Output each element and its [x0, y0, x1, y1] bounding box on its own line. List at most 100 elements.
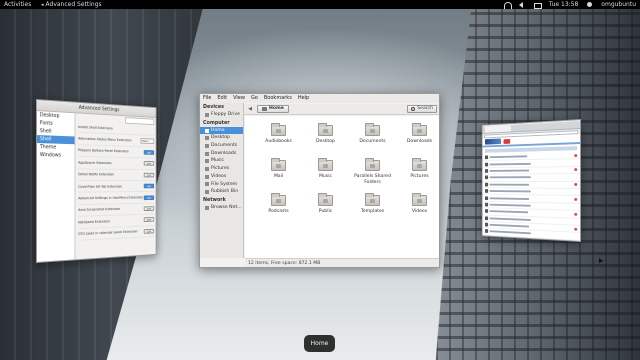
user-menu[interactable]: omgubuntu: [601, 0, 636, 9]
file-grid: Audiobooks Desktop Documents Downloads Mail M…: [255, 123, 439, 223]
close-dot-icon[interactable]: [574, 212, 578, 216]
sidebar-item-file-system[interactable]: File System: [200, 181, 243, 189]
search-button[interactable]: Search: [407, 105, 437, 113]
folder-item[interactable]: Videos: [396, 193, 439, 223]
folder-item[interactable]: Downloads: [396, 123, 439, 153]
home-folder-icon: [262, 107, 267, 111]
folder-icon: [412, 123, 427, 136]
sidebar-section-header: Network: [203, 197, 226, 203]
path-button-home[interactable]: Home: [257, 105, 289, 113]
extension-label: Plippery Bottom Panel Extension: [78, 148, 129, 154]
folder-icon: [412, 193, 427, 206]
extension-toggle[interactable]: OFF: [143, 206, 155, 211]
place-icon: [205, 159, 209, 164]
avatar: [484, 209, 489, 214]
text-line: [489, 217, 531, 221]
text-line: [489, 169, 529, 172]
sidebar-item-desktop[interactable]: Desktop: [200, 134, 243, 142]
sidebar-item-videos[interactable]: Videos: [200, 173, 243, 181]
files-window[interactable]: File Edit View Go Bookmarks Help ◀ Home Searc…: [199, 93, 440, 268]
user-icon[interactable]: [586, 1, 593, 8]
place-icon: [205, 151, 209, 156]
activities-button[interactable]: Activities: [4, 0, 31, 9]
folder-item[interactable]: Public: [302, 193, 349, 223]
folder-icon: [365, 193, 380, 206]
menu-item-edit[interactable]: Edit: [217, 94, 227, 103]
sidebar-section-header: Computer: [203, 120, 230, 126]
text-line: [489, 230, 531, 235]
path-label: Home: [269, 106, 284, 111]
advanced-settings-window[interactable]: Advanced Settings Desktop Fonts Shell Shell…: [36, 99, 157, 263]
menu-item-help[interactable]: Help: [298, 94, 309, 103]
extension-toggle[interactable]: ON: [143, 183, 155, 189]
folder-label: Desktop: [316, 139, 335, 144]
sidebar-item-browse-net[interactable]: Browse Net...: [200, 204, 243, 212]
extension-row: AppSearch Extension OFF: [78, 157, 155, 170]
file-view: Audiobooks Desktop Documents Downloads Mail M…: [245, 116, 439, 258]
close-dot-icon[interactable]: [574, 227, 578, 231]
close-dot-icon[interactable]: [574, 153, 578, 157]
volume-icon[interactable]: [518, 1, 526, 8]
extension-toggle[interactable]: OFF: [143, 172, 155, 178]
menu-item-go[interactable]: Go: [251, 94, 258, 103]
menu-item-bookmarks[interactable]: Bookmarks: [264, 94, 292, 103]
avatar: [484, 216, 489, 220]
close-dot-icon[interactable]: [574, 168, 578, 172]
avatar: [484, 202, 489, 207]
folder-item[interactable]: Documents: [349, 123, 396, 153]
folder-label: Pictures: [410, 174, 429, 179]
sidebar-item-rubbish-bin[interactable]: Rubbish Bin: [200, 188, 243, 196]
extension-toggle[interactable]: ON: [143, 195, 155, 200]
folder-item[interactable]: Templates: [349, 193, 396, 223]
avatar: [484, 162, 489, 167]
folder-item[interactable]: Music: [302, 158, 349, 188]
sidebar-item-music[interactable]: Music: [200, 157, 243, 165]
avatar: [484, 222, 489, 227]
avatar: [484, 182, 489, 187]
folder-item[interactable]: Podcasts: [255, 193, 302, 223]
close-dot-icon[interactable]: [574, 197, 578, 201]
sidebar-item-pictures[interactable]: Pictures: [200, 165, 243, 173]
folder-item[interactable]: Pictures: [396, 158, 439, 188]
app-menu-label: Advanced Settings: [45, 1, 102, 8]
extension-label: AppSearch Extension: [78, 160, 112, 165]
battery-icon[interactable]: [533, 1, 542, 9]
settings-category-item[interactable]: Windows: [37, 151, 75, 160]
folder-item[interactable]: Audiobooks: [255, 123, 302, 153]
folder-label: Videos: [411, 209, 428, 214]
sidebar-item-label: Browse Net...: [211, 204, 242, 210]
menu-item-view[interactable]: View: [233, 94, 245, 103]
close-dot-icon[interactable]: [574, 183, 578, 187]
extension-label: CoverFlow Alt Tab Extension: [78, 184, 123, 189]
folder-item[interactable]: Mail: [255, 158, 302, 188]
text-line: [489, 190, 531, 193]
sidebar-item-label: Videos: [211, 173, 227, 179]
site-logo: [484, 138, 502, 145]
sidebar-item-downloads[interactable]: Downloads: [200, 150, 243, 158]
folder-item[interactable]: Desktop: [302, 123, 349, 153]
folder-item[interactable]: Parallels Shared Folders: [349, 158, 396, 188]
avatar: [484, 195, 489, 200]
feed-row: [482, 174, 581, 182]
extension-toggle[interactable]: ON: [143, 150, 155, 155]
browser-window[interactable]: [481, 119, 581, 242]
status-bar: 12 items, Free space: 872.1 MB: [245, 258, 439, 267]
sidebar-item-floppy-drive[interactable]: Floppy Drive: [200, 111, 243, 119]
place-icon: [205, 190, 209, 195]
sidebar-item-documents[interactable]: Documents: [200, 142, 243, 150]
app-menu-arrow-icon: ◂: [41, 2, 44, 8]
network-icon[interactable]: [504, 1, 511, 8]
app-menu[interactable]: ◂ Advanced Settings: [41, 0, 102, 10]
extension-toggle[interactable]: OFF: [143, 228, 155, 234]
back-icon[interactable]: ◀: [246, 105, 254, 113]
sidebar-item-label: Pictures: [211, 166, 230, 172]
extension-toggle[interactable]: OFF: [143, 217, 155, 223]
clock[interactable]: Tue 13:58: [549, 0, 578, 9]
place-icon: [205, 174, 209, 179]
sidebar-item-home[interactable]: Home: [200, 126, 243, 135]
extension-dropdown[interactable]: Menu: [140, 138, 155, 145]
menu-item-file[interactable]: File: [203, 94, 211, 103]
text-line: [489, 176, 531, 179]
files-sidebar: Devices Floppy Drive Computer Home Desktop Do…: [200, 103, 244, 258]
extension-toggle[interactable]: OFF: [143, 161, 155, 166]
